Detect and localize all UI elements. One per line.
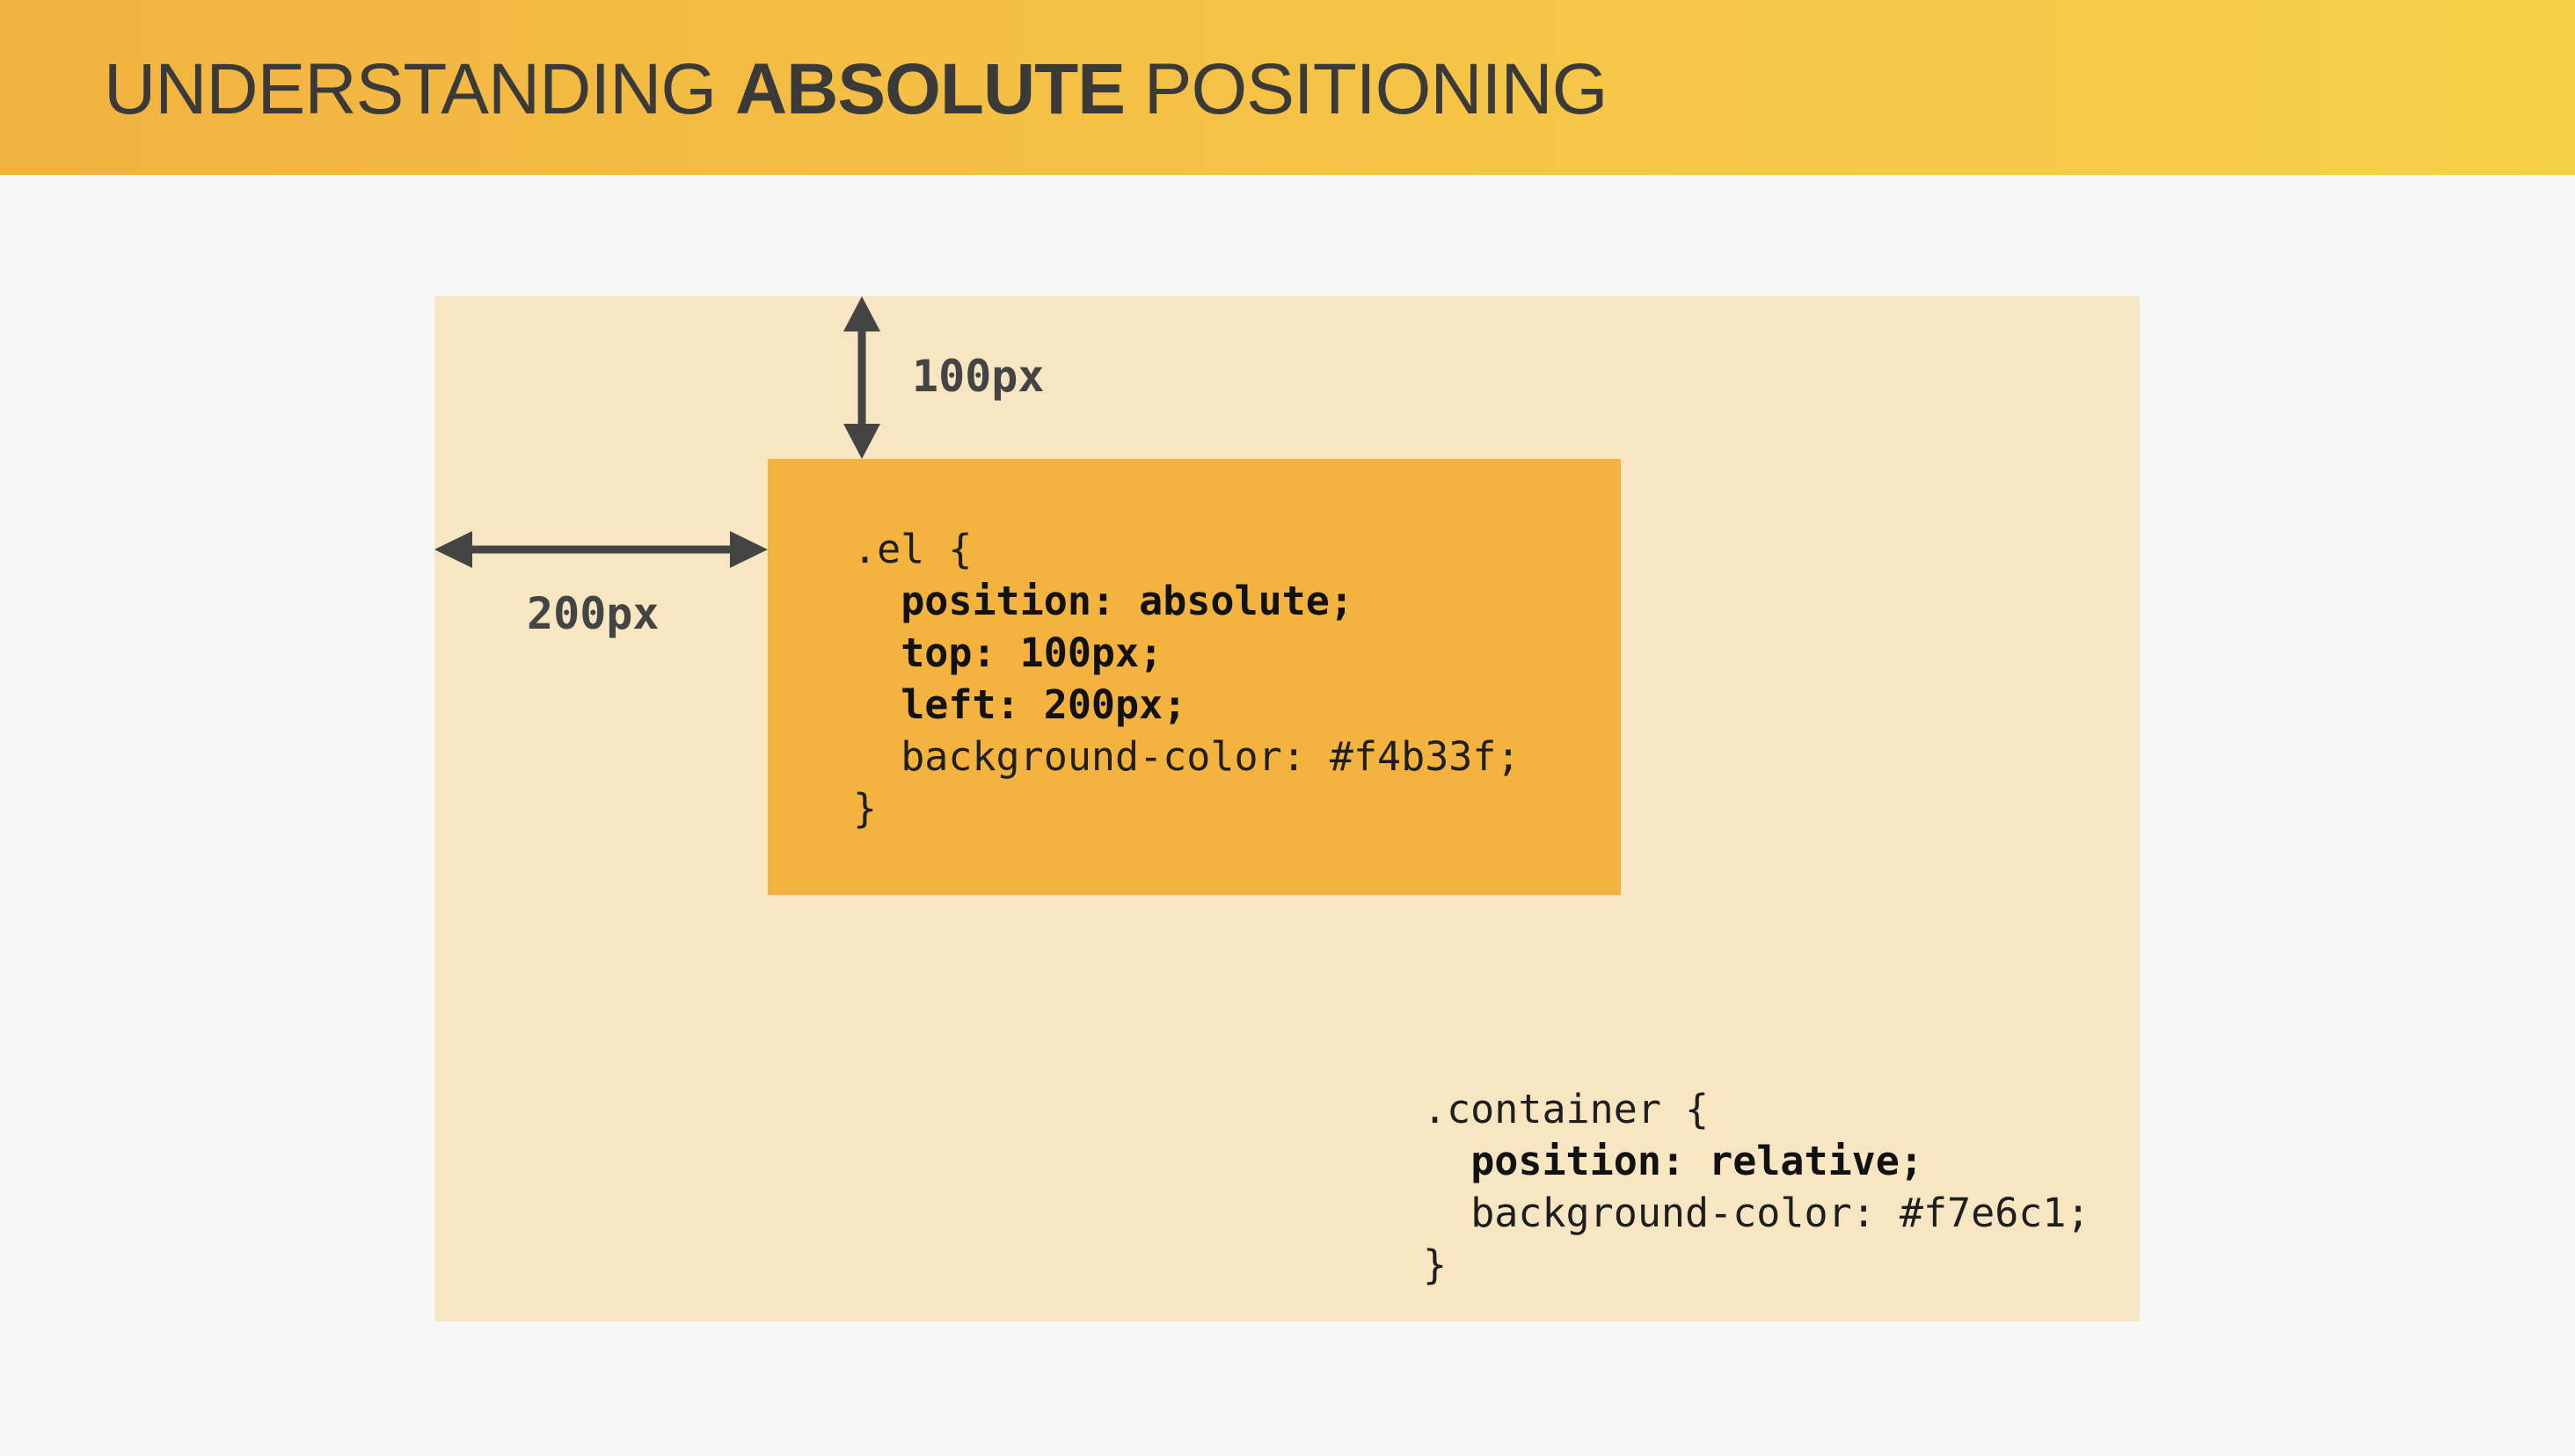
top-offset-label: 100px <box>912 351 1045 402</box>
el-code-block: .el { position: absolute; top: 100px; le… <box>853 523 1521 834</box>
container-code-block: .container { position: relative; backgro… <box>1423 1083 2090 1291</box>
code-line: top: 100px; <box>901 630 1163 676</box>
code-line: } <box>1423 1241 1448 1288</box>
code-line: .container { <box>1423 1086 1710 1132</box>
code-line: background-color: #f4b33f; <box>901 733 1521 780</box>
code-line: .el { <box>853 526 973 572</box>
code-line: left: 200px; <box>901 681 1187 728</box>
code-line: } <box>853 785 878 832</box>
code-line: position: absolute; <box>901 578 1353 624</box>
left-offset-label: 200px <box>527 588 660 639</box>
left-offset-arrow <box>434 531 768 568</box>
top-offset-arrow <box>843 296 880 459</box>
code-line: position: relative; <box>1470 1138 1923 1184</box>
code-line: background-color: #f7e6c1; <box>1470 1190 2090 1236</box>
